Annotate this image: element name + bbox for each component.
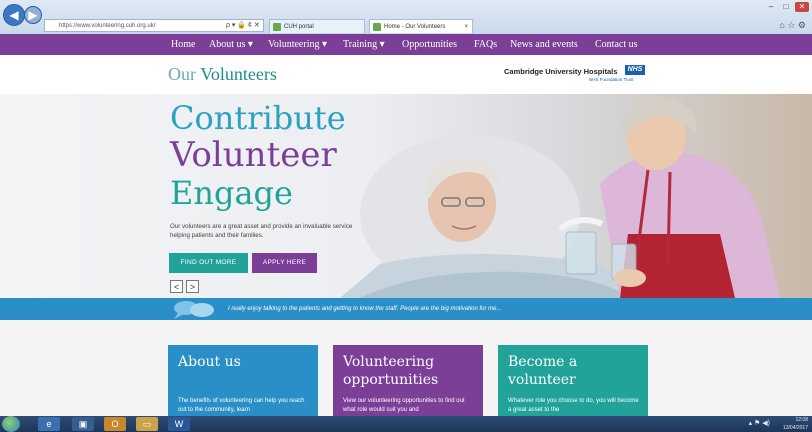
apply-here-button[interactable]: APPLY HERE — [252, 253, 317, 273]
forward-button[interactable]: ▶ — [24, 6, 42, 24]
outlook-icon[interactable]: O — [104, 417, 126, 431]
card-about-us[interactable]: About us The benefits of volunteering ca… — [168, 345, 318, 416]
browser-chrome: ◀ ▶ https://www.volunteering.cuh.org.uk/… — [0, 0, 812, 34]
windows-taskbar: e ▣ O ▭ W ▴ ⚑ ◀) 12:08 13/04/2017 — [0, 416, 812, 432]
close-icon[interactable]: ✕ — [795, 2, 809, 12]
card-title: About us — [178, 354, 241, 370]
tab-close-icon[interactable]: × — [464, 20, 468, 33]
find-out-more-button[interactable]: FIND OUT MORE — [169, 253, 248, 273]
nav-faqs[interactable]: FAQs — [474, 34, 497, 55]
headline-engage: Engage — [170, 174, 293, 212]
url-text: https://www.volunteering.cuh.org.uk/ — [59, 23, 156, 29]
tab-label: CUH portal — [284, 24, 314, 30]
hero-banner: Contribute Volunteer Engage — [0, 94, 812, 298]
clock[interactable]: 12:08 13/04/2017 — [783, 416, 808, 432]
brand-prefix: Our — [168, 64, 196, 84]
home-icon[interactable]: ⌂ — [779, 20, 784, 30]
clock-date: 13/04/2017 — [782, 425, 808, 431]
card-body: View our volunteering opportunities to f… — [343, 398, 465, 413]
card-title: Volunteering opportunities — [343, 354, 439, 388]
ie-icon[interactable]: e — [38, 417, 60, 431]
page-icon — [273, 23, 281, 31]
hero-description: Our volunteers are a great asset and pro… — [170, 223, 353, 239]
main-nav: Home About us ▾ Volunteering ▾ Training … — [0, 34, 812, 55]
quote-text: I really enjoy talking to the patients a… — [228, 306, 502, 312]
card-body: The benefits of volunteering can help yo… — [178, 398, 305, 413]
start-button[interactable] — [2, 416, 20, 432]
nav-opportunities[interactable]: Opportunities — [402, 34, 457, 55]
nav-training[interactable]: Training ▾ — [343, 34, 385, 55]
nav-contact-us[interactable]: Contact us — [595, 34, 638, 55]
site-logo[interactable]: Our Volunteers — [168, 64, 277, 85]
card-volunteering-opportunities[interactable]: Volunteering opportunities View our volu… — [333, 345, 483, 416]
carousel-prev-button[interactable]: < — [170, 280, 183, 293]
card-title: Become a volunteer — [508, 354, 578, 388]
tab-cuh-portal[interactable]: CUH portal — [269, 19, 365, 33]
explorer-icon[interactable]: ▣ — [72, 417, 94, 431]
toolbar-icons[interactable]: ⌂ ☆ ⚙ — [779, 20, 806, 31]
word-icon[interactable]: W — [168, 417, 190, 431]
maximize-icon[interactable]: □ — [779, 2, 793, 12]
card-body: Whatever role you choose to do, you will… — [508, 398, 639, 413]
trust-line: NHS Foundation Trust — [589, 77, 634, 82]
favorites-star-icon[interactable]: ☆ — [787, 20, 795, 30]
org-name: Cambridge University Hospitals — [504, 67, 618, 76]
hero-photo — [340, 97, 780, 298]
tab-label: Home - Our Volunteers — [384, 24, 446, 30]
headline-volunteer: Volunteer — [170, 135, 337, 175]
minimize-icon[interactable]: – — [764, 2, 778, 12]
back-button[interactable]: ◀ — [3, 4, 25, 26]
page-icon — [373, 23, 381, 31]
gear-icon[interactable]: ⚙ — [798, 20, 806, 30]
speech-bubble-icon — [174, 301, 214, 319]
nav-volunteering[interactable]: Volunteering ▾ — [268, 34, 327, 55]
nav-about-us[interactable]: About us ▾ — [209, 34, 253, 55]
system-tray-icons[interactable]: ▴ ⚑ ◀) — [749, 419, 770, 427]
tab-home-our-volunteers[interactable]: Home - Our Volunteers × — [369, 19, 473, 33]
site-header — [0, 55, 812, 94]
nav-news-and-events[interactable]: News and events — [510, 34, 578, 55]
address-bar-controls[interactable]: ρ ▾ 🔒 ¢ ✕ — [226, 19, 260, 32]
headline-contribute: Contribute — [170, 99, 346, 137]
card-become-a-volunteer[interactable]: Become a volunteer Whatever role you cho… — [498, 345, 648, 416]
quote-banner: I really enjoy talking to the patients a… — [0, 298, 812, 320]
folder-icon[interactable]: ▭ — [136, 417, 158, 431]
nhs-logo: NHS — [625, 65, 645, 75]
nav-home[interactable]: Home — [171, 34, 195, 55]
clock-time: 12:08 — [795, 417, 808, 423]
carousel-next-button[interactable]: > — [186, 280, 199, 293]
brand-main: Volunteers — [200, 64, 277, 84]
